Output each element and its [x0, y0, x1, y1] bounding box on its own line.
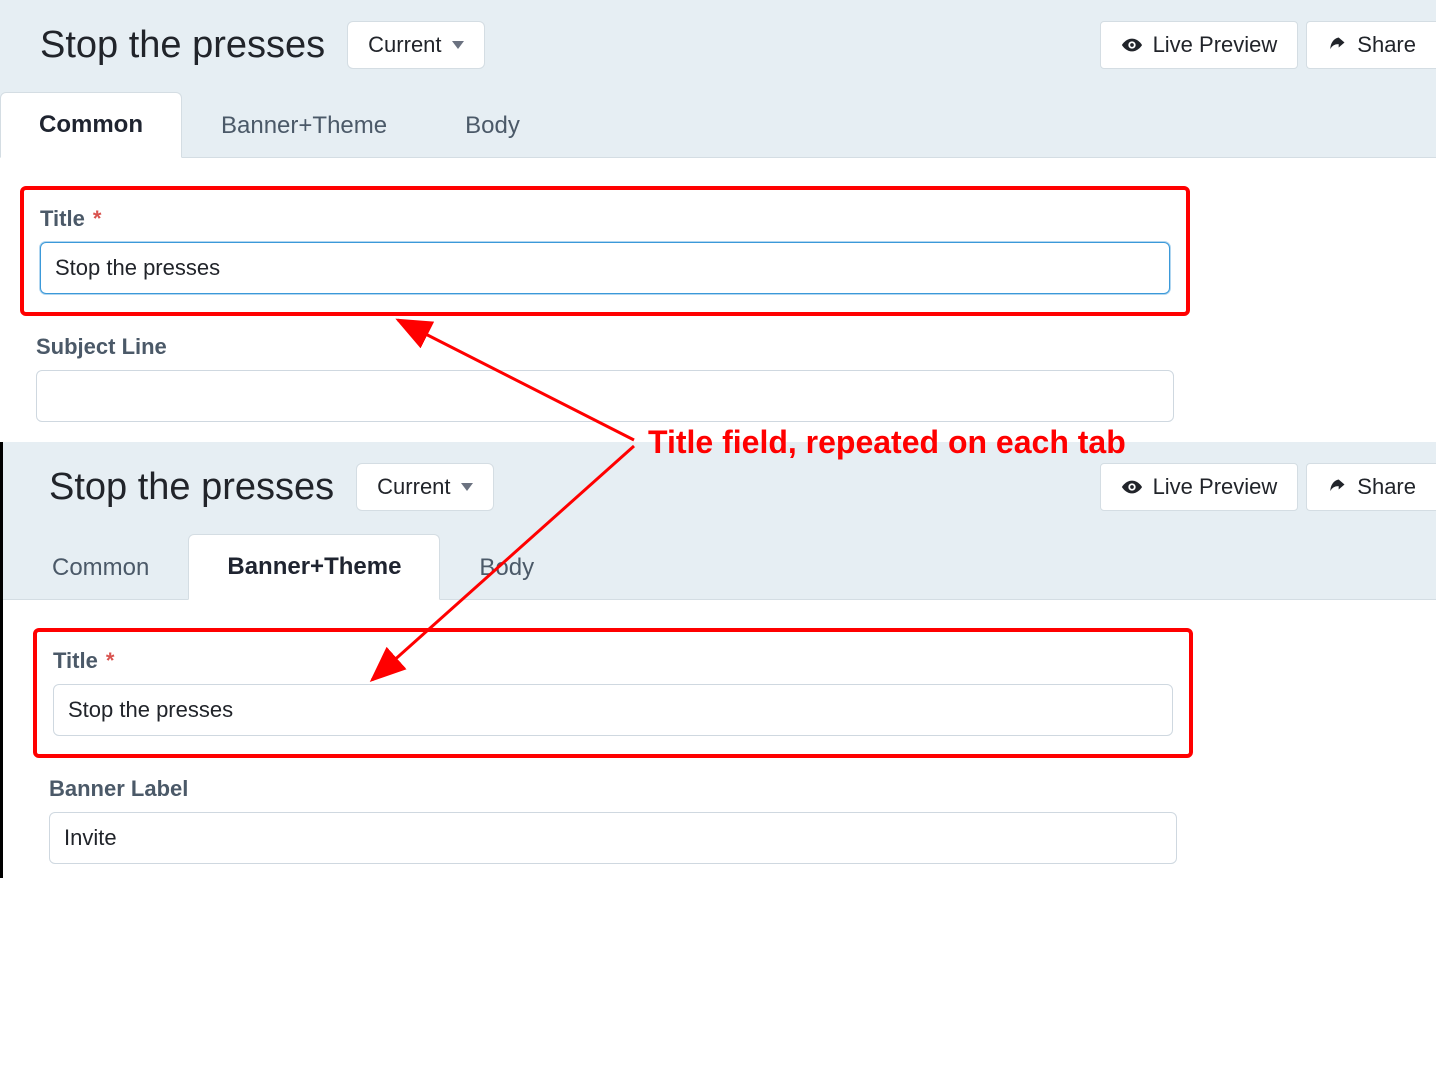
required-icon: * — [106, 650, 115, 672]
title-input[interactable] — [53, 684, 1173, 736]
title-label: Title — [53, 648, 98, 674]
eye-icon — [1121, 34, 1143, 56]
tab-common[interactable]: Common — [0, 92, 182, 158]
share-button[interactable]: Share — [1306, 21, 1436, 69]
title-field-highlight: Title * — [33, 628, 1193, 758]
tabs: Common Banner+Theme Body — [3, 532, 1436, 600]
tab-banner-theme[interactable]: Banner+Theme — [188, 534, 440, 600]
chevron-down-icon — [452, 41, 464, 49]
header-actions: Live Preview Share — [1100, 463, 1436, 511]
page-title: Stop the presses — [49, 466, 334, 509]
required-icon: * — [93, 208, 102, 230]
tab-common[interactable]: Common — [13, 535, 188, 600]
share-label: Share — [1357, 474, 1416, 500]
title-input[interactable] — [40, 242, 1170, 294]
panel-banner-theme: Stop the presses Current Live Preview Sh… — [0, 442, 1436, 878]
share-label: Share — [1357, 32, 1416, 58]
annotation-text: Title field, repeated on each tab — [648, 424, 1126, 461]
banner-label: Banner Label — [49, 776, 1177, 802]
header-actions: Live Preview Share — [1100, 21, 1436, 69]
tab-body[interactable]: Body — [440, 535, 573, 600]
share-icon — [1327, 477, 1347, 497]
tabs: Common Banner+Theme Body — [0, 90, 1436, 158]
version-dropdown[interactable]: Current — [347, 21, 484, 69]
subject-input[interactable] — [36, 370, 1174, 422]
version-label: Current — [377, 474, 450, 500]
title-label-row: Title * — [53, 648, 1173, 674]
version-label: Current — [368, 32, 441, 58]
live-preview-button[interactable]: Live Preview — [1100, 21, 1299, 69]
header: Stop the presses Current Live Preview Sh… — [0, 0, 1436, 90]
tab-body[interactable]: Body — [426, 93, 559, 158]
subject-label: Subject Line — [36, 334, 1174, 360]
live-preview-label: Live Preview — [1153, 474, 1278, 500]
title-field-highlight: Title * — [20, 186, 1190, 316]
title-label: Title — [40, 206, 85, 232]
banner-label-field: Banner Label — [33, 776, 1193, 874]
form-common: Title * Subject Line — [0, 158, 1210, 436]
eye-icon — [1121, 476, 1143, 498]
title-label-row: Title * — [40, 206, 1170, 232]
live-preview-button[interactable]: Live Preview — [1100, 463, 1299, 511]
form-banner: Title * Banner Label — [3, 600, 1213, 878]
share-button[interactable]: Share — [1306, 463, 1436, 511]
page-title: Stop the presses — [40, 24, 325, 67]
subject-field: Subject Line — [20, 334, 1190, 432]
panel-common: Stop the presses Current Live Preview Sh… — [0, 0, 1436, 436]
tab-banner-theme[interactable]: Banner+Theme — [182, 93, 426, 158]
banner-label-input[interactable] — [49, 812, 1177, 864]
version-dropdown[interactable]: Current — [356, 463, 493, 511]
live-preview-label: Live Preview — [1153, 32, 1278, 58]
chevron-down-icon — [461, 483, 473, 491]
share-icon — [1327, 35, 1347, 55]
